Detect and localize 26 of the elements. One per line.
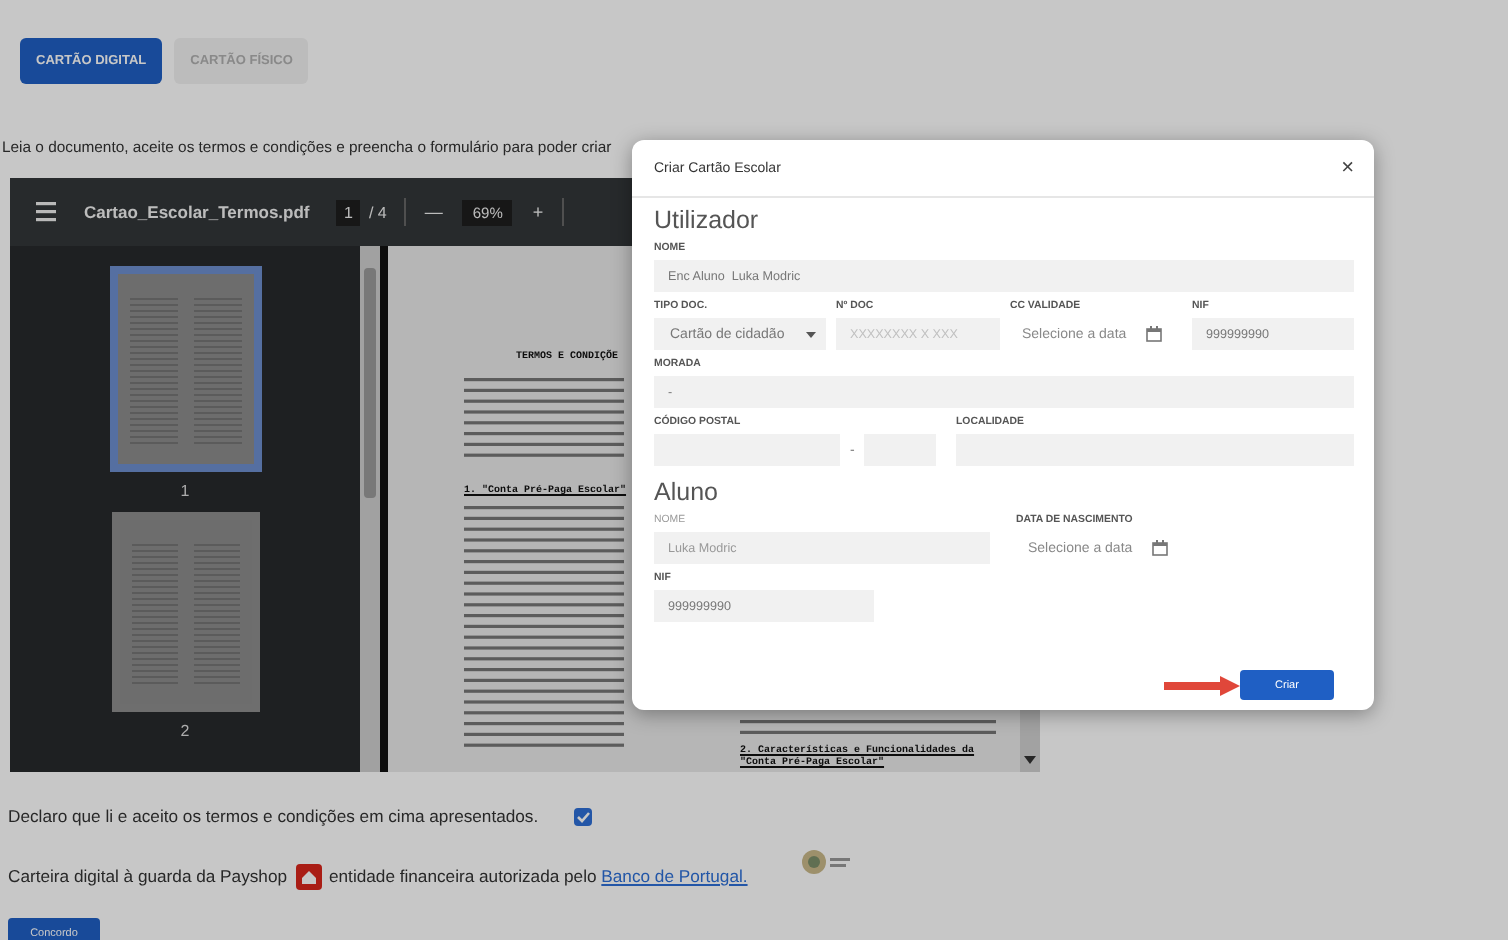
page-label: 1 [180,482,190,500]
section-heading: Utilizador [654,206,761,234]
notice-text: Carteira digital à guarda da Payshop [8,866,287,886]
seal-icon [799,848,852,876]
zoom-out-button[interactable]: — [424,202,443,222]
zoom-in-button[interactable]: + [532,202,544,222]
section-heading: Aluno [654,478,720,506]
calendar-icon[interactable] [1146,326,1162,342]
close-button[interactable]: × [1341,156,1354,180]
page-thumbnail[interactable] [111,512,259,712]
pointer-arrow [1164,675,1240,695]
page-label: 2 [180,722,190,740]
menu-icon[interactable] [36,202,56,222]
page-thumbnail[interactable] [109,266,261,472]
scrollbar[interactable] [360,246,380,772]
caret-icon [806,331,816,337]
checkbox[interactable] [574,807,593,825]
page-total: / 4 [368,203,387,221]
calendar-icon[interactable] [1152,540,1168,556]
bank-link[interactable]: Banco de Portugal. [601,866,748,886]
page-number-field[interactable]: 1 [336,199,361,225]
shop-logo-icon [295,863,321,889]
declaration-text: Declaro que li e aceito os termos e condições em cima apresentados. [8,806,539,826]
file-name: Cartao_Escolar_Termos.pdf [84,202,312,222]
scroll-down-icon[interactable] [1024,756,1036,764]
notice-text: entidade financeira autorizada pelo Banco de Portugal. [329,866,748,886]
